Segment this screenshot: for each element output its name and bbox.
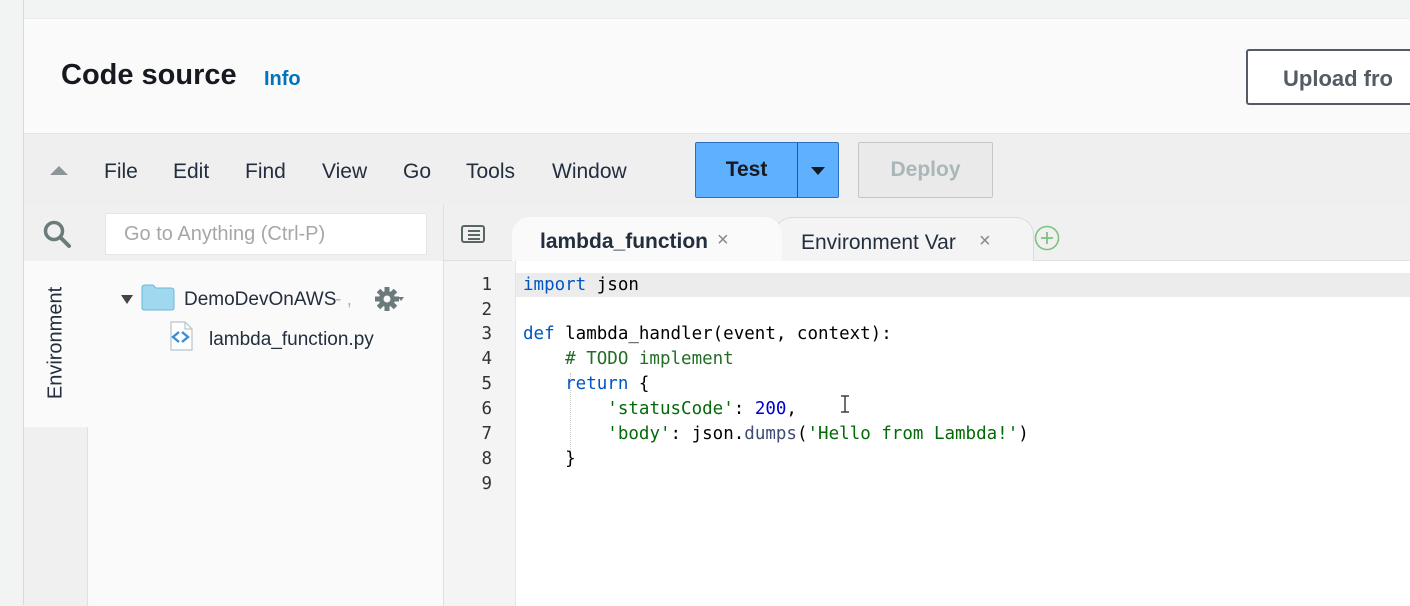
line-number: 8 [481, 449, 492, 469]
test-split-button: Test [695, 142, 839, 198]
code-keyword: return [523, 374, 629, 394]
folder-suffix: - , [335, 289, 352, 310]
code-method: dumps [744, 424, 797, 444]
code-line-8: } [523, 449, 576, 469]
code-source-panel: Code source Info Upload fro File Edit Fi… [24, 18, 1410, 606]
code-text: ( [796, 424, 808, 444]
close-icon[interactable]: × [717, 229, 729, 252]
menu-view[interactable]: View [322, 160, 367, 184]
line-number: 6 [481, 399, 492, 419]
file-lambda-function[interactable]: lambda_function.py [209, 329, 374, 351]
tab-label: Environment Var [801, 231, 956, 254]
code-editor[interactable]: 1 2 3 4 5 6 7 8 9 import json def lambda… [444, 261, 1410, 606]
code-line-7: 'body': json.dumps('Hello from Lambda!') [523, 424, 1029, 444]
add-tab-icon[interactable] [1034, 225, 1060, 251]
environment-tab[interactable]: Environment [24, 261, 88, 427]
collapse-up-icon[interactable] [50, 166, 68, 175]
code-line-5: return { [523, 374, 649, 394]
line-number: 7 [481, 424, 492, 444]
search-row [24, 205, 444, 261]
gear-icon[interactable] [375, 285, 405, 313]
code-keyword: import [523, 275, 587, 295]
code-line-1: import json [523, 275, 639, 295]
page-title: Code source [61, 59, 237, 91]
menu-find[interactable]: Find [245, 160, 286, 184]
menu-edit[interactable]: Edit [173, 160, 209, 184]
line-number: 1 [481, 275, 492, 295]
line-number: 3 [481, 324, 492, 344]
active-line-highlight [516, 273, 1410, 297]
file-tree: DemoDevOnAWS - , lambda_function.py [89, 261, 444, 606]
line-number: 5 [481, 374, 492, 394]
menu-window[interactable]: Window [552, 160, 627, 184]
code-line-3: def lambda_handler(event, context): [523, 324, 892, 344]
menu-file[interactable]: File [104, 160, 138, 184]
caret-down-icon[interactable] [811, 167, 825, 175]
info-link[interactable]: Info [264, 68, 301, 91]
code-line-4: # TODO implement [523, 349, 734, 369]
side-tab-strip: Environment [24, 261, 88, 606]
line-number: 4 [481, 349, 492, 369]
code-string: 'Hello from Lambda!' [807, 424, 1019, 444]
expand-caret-icon[interactable] [121, 295, 133, 304]
line-number: 9 [481, 474, 492, 494]
code-number: 200 [754, 399, 787, 419]
line-number: 2 [481, 300, 492, 320]
test-button[interactable]: Test [696, 143, 798, 197]
code-string: 'statusCode' [607, 399, 734, 419]
tab-environment-variables[interactable]: Environment Var × [774, 217, 1034, 262]
panel-header: Code source Info Upload fro [24, 19, 1410, 133]
code-line-6: 'statusCode': 200, [523, 399, 797, 419]
left-gutter [0, 0, 24, 605]
lambda-console: Code source Info Upload fro File Edit Fi… [0, 0, 1410, 606]
code-text: lambda_handler(event, context): [554, 324, 892, 344]
deploy-button[interactable]: Deploy [858, 142, 993, 198]
code-keyword: def [523, 324, 555, 344]
python-file-icon [170, 321, 193, 351]
code-text: { [628, 374, 650, 394]
folder-icon [141, 284, 175, 311]
text-cursor-icon [841, 395, 849, 413]
menu-go[interactable]: Go [403, 160, 431, 184]
code-text: json [586, 275, 639, 295]
tab-lambda-function[interactable]: lambda_function × [512, 217, 782, 262]
code-text: : [733, 399, 755, 419]
code-text: , [786, 399, 797, 419]
editor-tabbar: Environment Var × lambda_function × [444, 205, 1410, 262]
environment-tab-label: Environment [44, 286, 67, 400]
ide-menubar: File Edit Find View Go Tools Window Test… [24, 133, 1410, 205]
code-text: : json. [670, 424, 745, 444]
tab-label: lambda_function [540, 230, 709, 253]
go-to-anything-input[interactable] [105, 213, 427, 255]
code-text: ) [1018, 424, 1029, 444]
search-icon[interactable] [42, 219, 72, 249]
folder-name[interactable]: DemoDevOnAWS [184, 289, 336, 311]
close-icon[interactable]: × [979, 230, 991, 253]
menu-tools[interactable]: Tools [466, 160, 515, 184]
line-number-gutter: 1 2 3 4 5 6 7 8 9 [444, 261, 516, 606]
tabs-menu-icon[interactable] [460, 223, 486, 245]
upload-from-button[interactable]: Upload fro [1246, 49, 1410, 105]
code-string: 'body' [607, 424, 671, 444]
